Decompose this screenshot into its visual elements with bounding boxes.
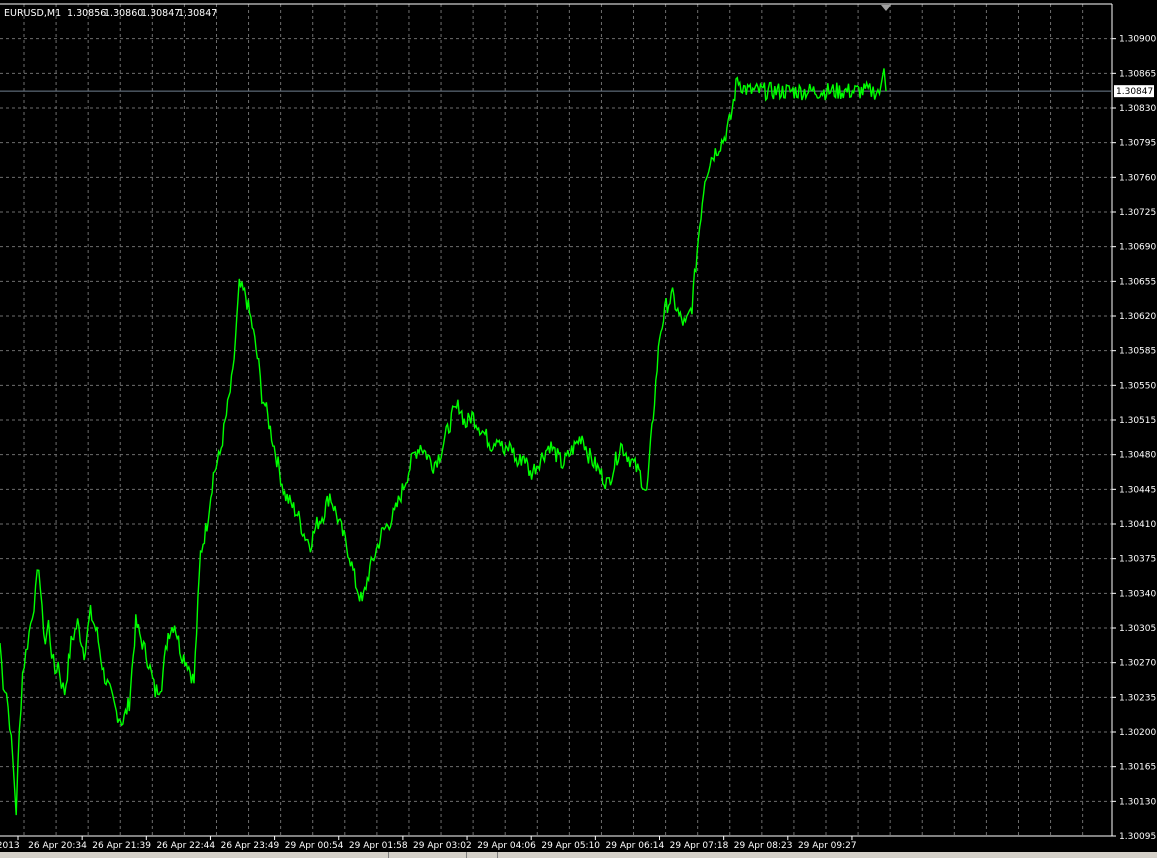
y-axis: 1.30900 1.30865 1.30830 1.30795 1.30760 1.307… [1112,35,1156,842]
chart-header-symbol: EURUSD,M1 [4,8,61,19]
y-tick-label: 1.30480 [1119,451,1156,461]
y-tick-label: 1.30340 [1119,589,1156,599]
y-tick-label: 1.30725 [1119,208,1156,218]
y-tick-label: 1.30235 [1119,693,1156,703]
chart-header-open: 1.30856 [67,8,106,19]
chart-shift-marker[interactable] [881,5,891,11]
x-tick-label: 29 Apr 07:18 [670,841,729,851]
grid-layer [0,4,1112,837]
chart-tab-bar [0,852,1157,858]
y-tick-label: 1.30165 [1119,763,1156,773]
y-tick-label: 1.30795 [1119,139,1156,149]
y-tick-label: 1.30270 [1119,659,1156,669]
y-tick-label: 1.30095 [1119,832,1156,842]
x-tick-label: 29 Apr 01:58 [349,841,408,851]
chart-window[interactable]: 1.30900 1.30865 1.30830 1.30795 1.30760 1.307… [0,0,1157,858]
chart-header-low: 1.30847 [141,8,180,19]
chart-tab-1[interactable] [0,852,389,858]
y-tick-label: 1.30550 [1119,381,1156,391]
x-tick-label: 29 Apr 03:02 [413,841,472,851]
chart-header-close: 1.30847 [178,8,217,19]
x-tick-label: 29 Apr 00:54 [285,841,344,851]
current-price-label: 1.30847 [1116,87,1153,97]
x-tick-label: 29 Apr 04:06 [477,841,536,851]
y-tick-label: 1.30130 [1119,797,1156,807]
current-price-marker: 1.30847 [1114,85,1154,98]
y-tick-label: 1.30690 [1119,243,1156,253]
y-tick-label: 1.30410 [1119,520,1156,530]
price-series-line [0,68,887,816]
y-tick-label: 1.30445 [1119,485,1156,495]
y-tick-label: 1.30620 [1119,312,1156,322]
y-tick-label: 1.30655 [1119,277,1156,287]
x-tick-label: 26 Apr 2013 [0,841,20,851]
y-tick-label: 1.30200 [1119,728,1156,738]
x-tick-label: 29 Apr 05:10 [541,841,600,851]
x-tick-label: 26 Apr 23:49 [221,841,280,851]
x-tick-label: 29 Apr 06:14 [606,841,665,851]
x-tick-label: 26 Apr 22:44 [156,841,215,851]
y-tick-label: 1.30305 [1119,624,1156,634]
y-tick-label: 1.30515 [1119,416,1156,426]
y-tick-label: 1.30760 [1119,173,1156,183]
x-tick-label: 29 Apr 08:23 [734,841,793,851]
chart-tab-2[interactable] [389,852,467,858]
y-tick-label: 1.30900 [1119,35,1156,45]
y-tick-label: 1.30585 [1119,347,1156,357]
price-chart[interactable]: 1.30900 1.30865 1.30830 1.30795 1.30760 1.307… [0,0,1157,858]
chart-tab-3[interactable] [467,852,498,858]
x-axis: 26 Apr 2013 26 Apr 20:34 26 Apr 21:39 26 Ap… [0,836,857,851]
y-tick-label: 1.30830 [1119,104,1156,114]
x-tick-label: 26 Apr 20:34 [28,841,87,851]
x-tick-label: 26 Apr 21:39 [92,841,151,851]
chart-header-high: 1.30860 [104,8,143,19]
y-tick-label: 1.30375 [1119,555,1156,565]
y-tick-label: 1.30865 [1119,69,1156,79]
x-tick-label: 29 Apr 09:27 [798,841,857,851]
